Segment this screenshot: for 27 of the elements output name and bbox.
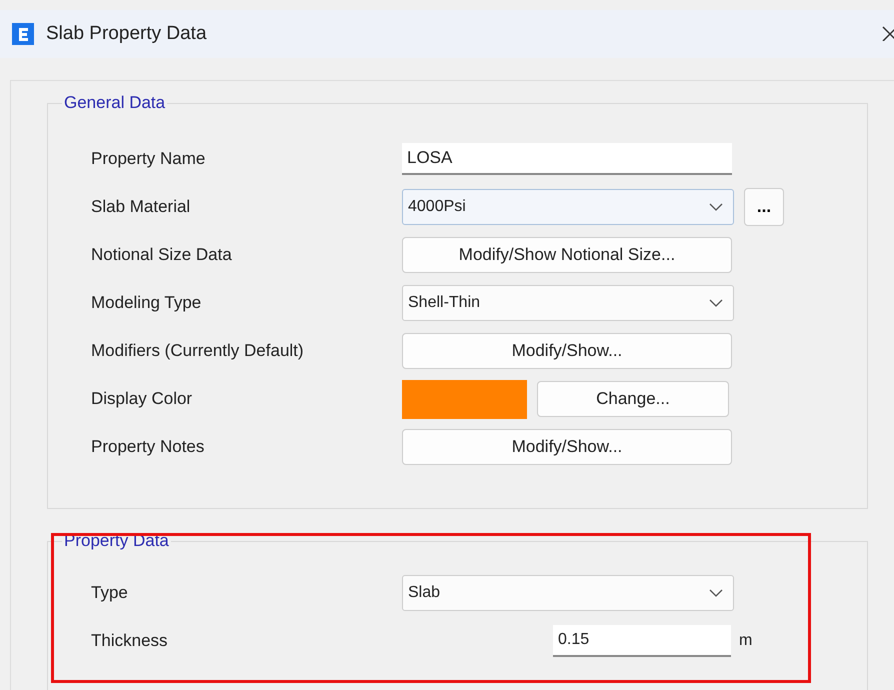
field-label: Slab Material — [90, 197, 192, 217]
chevron-down-icon — [709, 299, 723, 307]
more-button[interactable]: ... — [744, 188, 784, 226]
window-title: Slab Property Data — [46, 23, 207, 45]
field-label: Display Color — [90, 389, 194, 409]
name-field[interactable]: LOSA — [402, 143, 732, 175]
modify-button[interactable]: Modify/Show... — [402, 333, 732, 369]
modify-button[interactable]: Modify/Show Notional Size... — [402, 237, 732, 273]
field-label: Property Name — [90, 149, 206, 169]
chevron-down-icon — [709, 589, 723, 597]
field-label: Property Notes — [90, 437, 206, 457]
field-label: Thickness — [90, 631, 169, 651]
change-button[interactable]: Change... — [537, 381, 729, 417]
dropdown[interactable]: Slab — [402, 575, 734, 611]
dropdown[interactable]: 4000Psi — [402, 189, 734, 225]
group-title: General Data — [63, 93, 166, 113]
field-label: Modifiers (Currently Default) — [90, 341, 305, 361]
field-label: Modeling Type — [90, 293, 202, 313]
field-label: Type — [90, 583, 129, 603]
close-icon[interactable] — [882, 25, 894, 41]
dropdown[interactable]: Shell-Thin — [402, 285, 734, 321]
field-label: Notional Size Data — [90, 245, 233, 265]
chevron-down-icon — [709, 203, 723, 211]
unit-label: m — [739, 632, 752, 650]
thickness-field[interactable]: 0.15 — [553, 625, 731, 657]
app-logo-icon — [12, 23, 34, 45]
modify-button[interactable]: Modify/Show... — [402, 429, 732, 465]
